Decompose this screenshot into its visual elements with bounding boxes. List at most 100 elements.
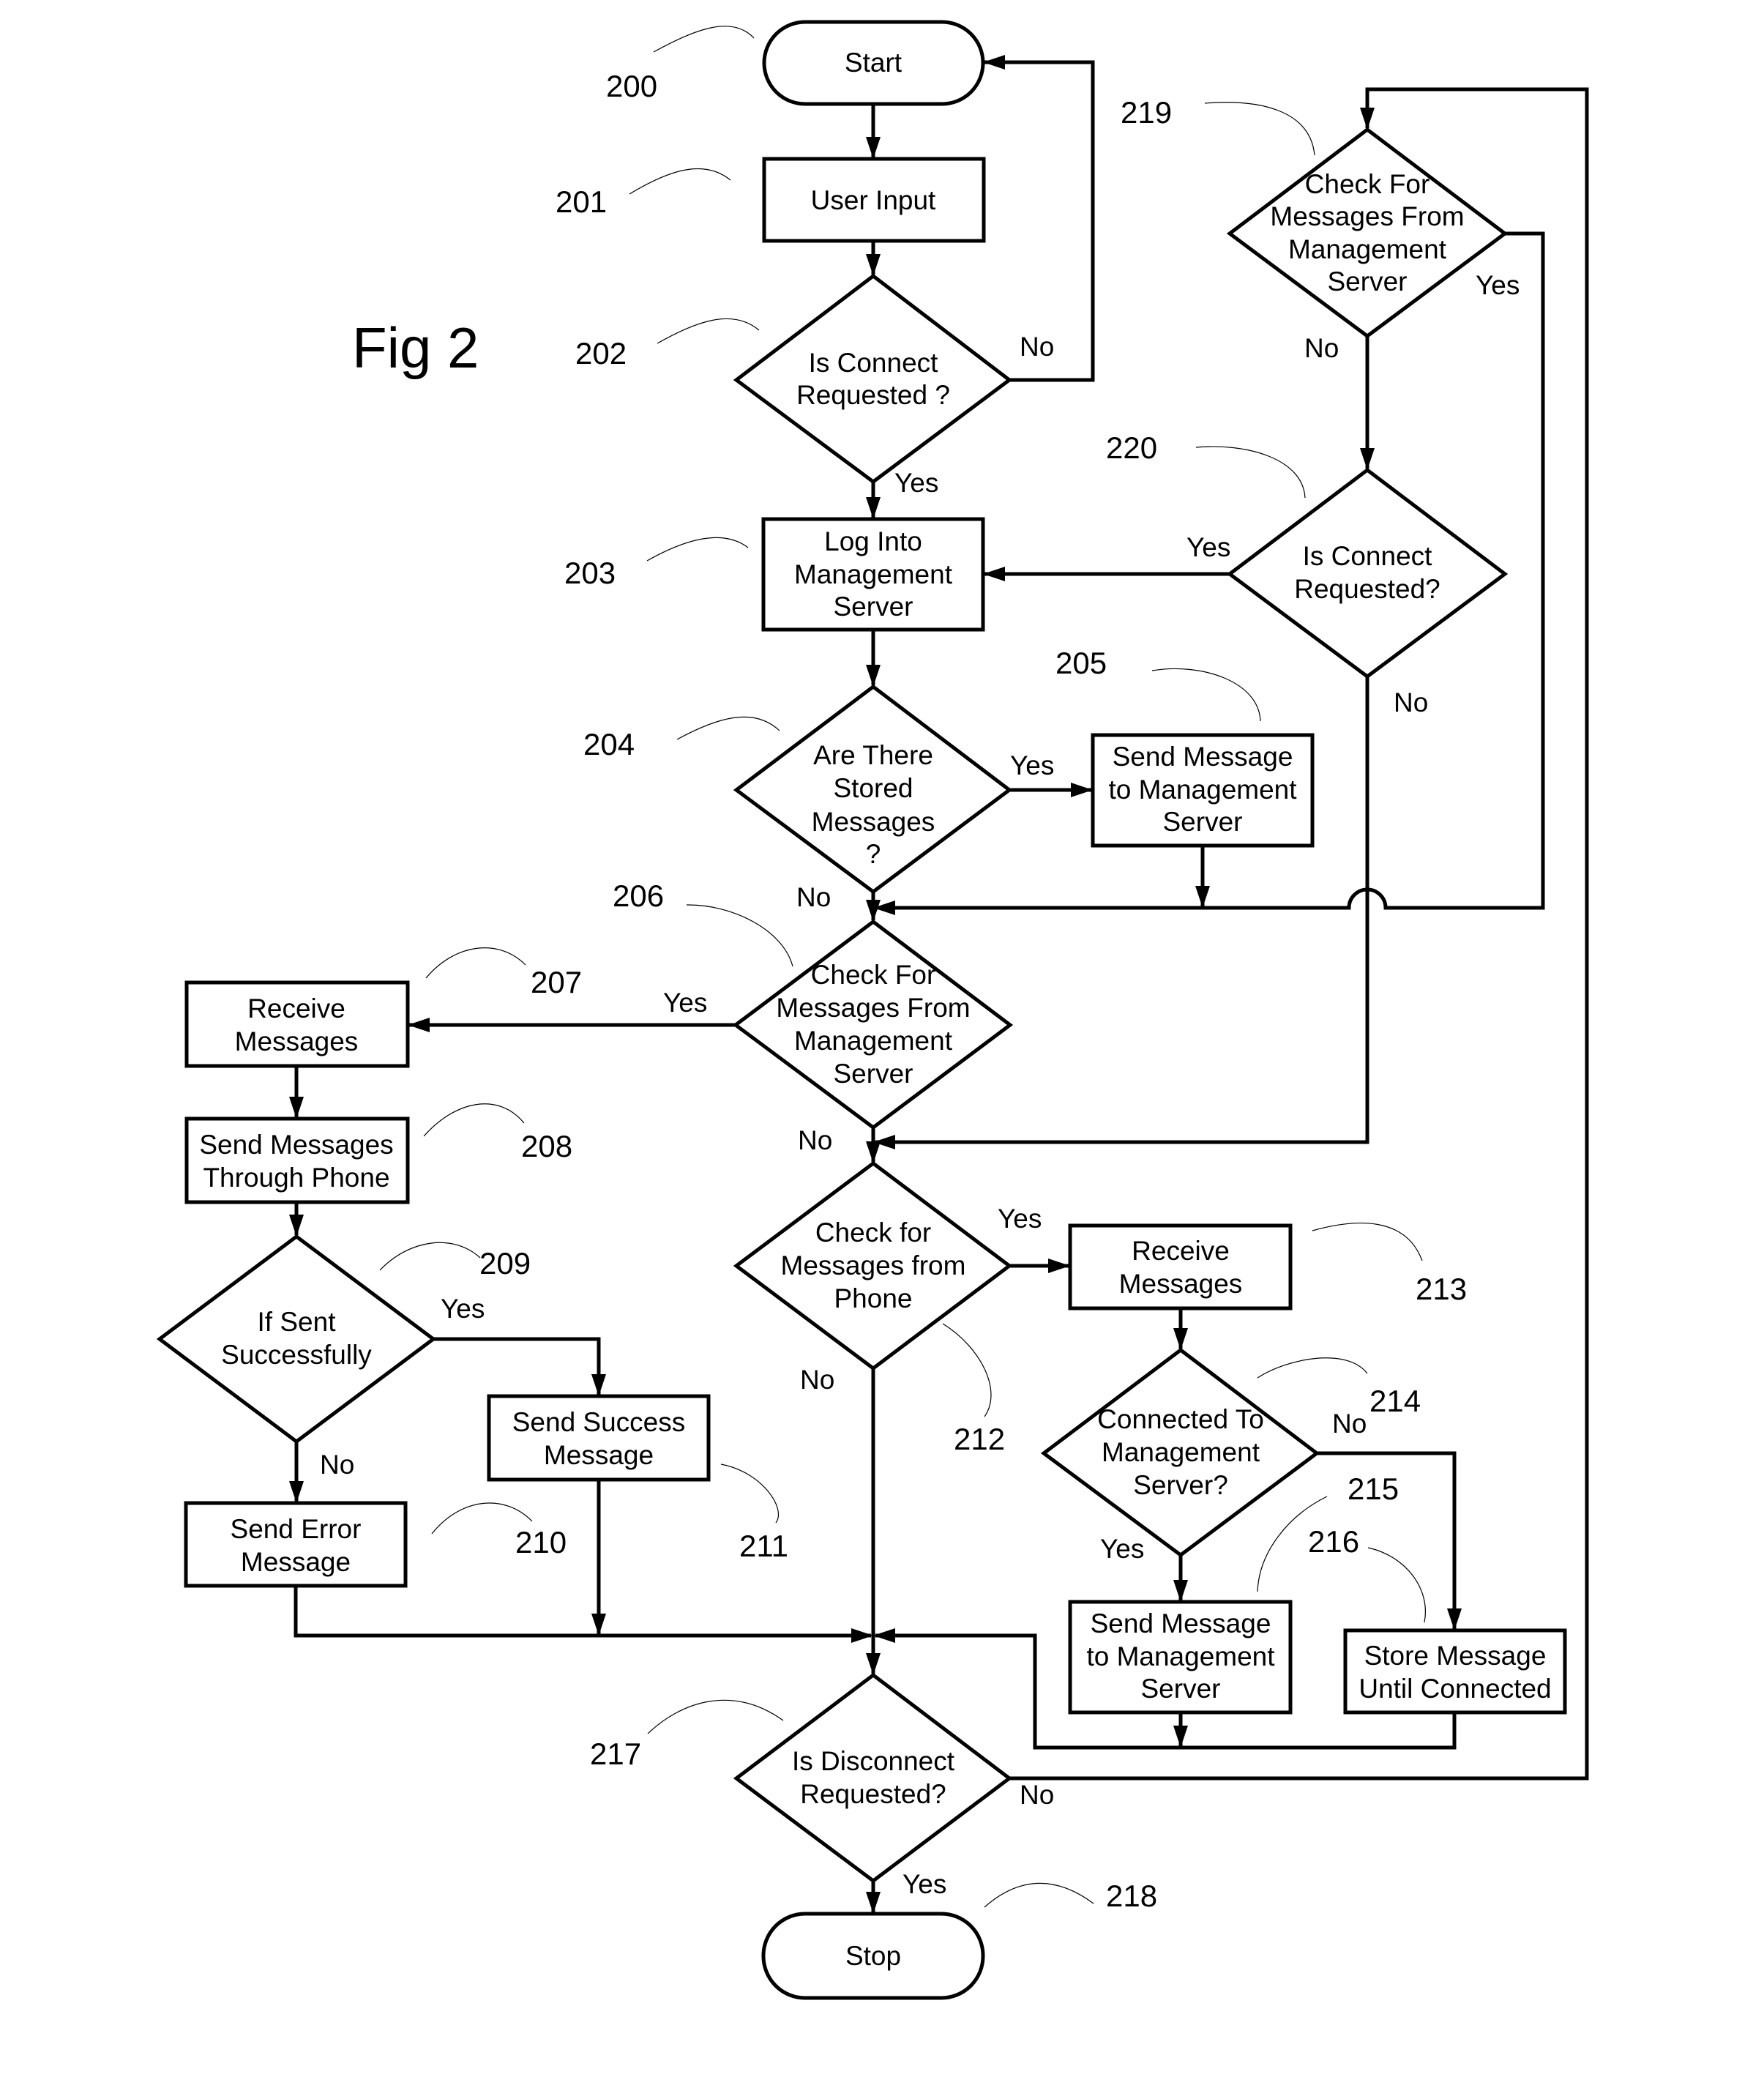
arrowhead <box>289 1215 304 1237</box>
arrowhead <box>983 55 1005 70</box>
node-text: Messages <box>812 807 935 837</box>
node-text: Message <box>241 1547 351 1577</box>
leader-line-205 <box>1151 668 1261 722</box>
edge-label-212-no: No <box>800 1365 834 1395</box>
edge-label-220-no: No <box>1394 687 1428 717</box>
node-text: Server <box>1328 266 1408 297</box>
leader-line-208 <box>423 1103 525 1137</box>
node-text: Through Phone <box>203 1163 389 1193</box>
node-text: User Input <box>811 185 936 215</box>
flowchart-canvas: Fig 2 Start User Input Is Connect Reques… <box>156 20 1589 2000</box>
leader-line-200 <box>653 26 755 53</box>
edge-label-204-yes: Yes <box>1010 750 1054 780</box>
node-220-is-connect-requested: Is Connect Requested? <box>1226 467 1509 679</box>
node-text: Receive <box>247 993 345 1024</box>
ref-label-210: 210 <box>515 1525 567 1559</box>
node-text: Phone <box>834 1283 913 1313</box>
decision-shape <box>732 919 1014 1130</box>
node-212-check-phone-messages: Check for Messages from Phone <box>733 1160 1013 1371</box>
node-text: ? <box>866 839 881 869</box>
node-text: Is Disconnect <box>792 1746 955 1776</box>
decision-shape <box>1226 467 1509 679</box>
edge-label-219-yes: Yes <box>1476 270 1520 300</box>
node-text: Stop <box>845 1941 901 1971</box>
decision-shape <box>733 273 1013 485</box>
ref-label-212: 212 <box>954 1422 1005 1456</box>
node-text: Store Message <box>1364 1641 1547 1671</box>
arrowhead <box>866 497 881 519</box>
node-text: Send Error <box>231 1514 362 1544</box>
node-209-if-sent-successfully: If Sent Successfully <box>156 1234 437 1444</box>
edge-label-219-no: No <box>1304 333 1339 363</box>
node-text: Messages <box>1119 1269 1243 1299</box>
node-210-send-error: Send Error Message <box>184 1501 408 1588</box>
arrowhead <box>873 1628 895 1643</box>
ref-label-214: 214 <box>1369 1384 1421 1418</box>
edge-217-219-no <box>1009 87 1589 1781</box>
leader-line-209 <box>379 1242 481 1271</box>
arrowhead <box>1360 448 1375 470</box>
edge-label-214-no: No <box>1332 1409 1367 1439</box>
arrowhead <box>1048 1259 1070 1273</box>
ref-label-203: 203 <box>564 556 616 590</box>
leader-line-216 <box>1367 1547 1426 1623</box>
node-text: Server <box>1141 1674 1221 1704</box>
node-text: Server <box>834 1059 913 1089</box>
ref-label-202: 202 <box>575 336 627 370</box>
node-text: Send Success <box>512 1407 686 1437</box>
edge-label-214-yes: Yes <box>1100 1534 1144 1564</box>
arrowhead <box>866 1892 881 1914</box>
leader-line-204 <box>676 716 780 740</box>
arrowhead <box>866 1653 881 1675</box>
ref-label-201: 201 <box>556 184 607 219</box>
node-text: to Management <box>1108 775 1297 805</box>
node-217-is-disconnect-requested: Is Disconnect Requested? <box>733 1672 1013 1884</box>
node-214-connected-to-server: Connected To Management Server? <box>1040 1347 1320 1558</box>
edge-label-204-no: No <box>796 882 831 912</box>
leader-line-220 <box>1195 446 1306 499</box>
node-text: Server? <box>1133 1470 1228 1500</box>
ref-label-213: 213 <box>1416 1272 1467 1306</box>
arrowhead <box>866 665 881 687</box>
ref-label-218: 218 <box>1106 1879 1157 1913</box>
node-208-send-through-phone: Send Messages Through Phone <box>184 1116 410 1204</box>
edge-label-209-no: No <box>320 1450 354 1480</box>
node-text: Management <box>794 559 953 589</box>
node-215-send-message: Send Message to Management Server <box>1068 1600 1293 1715</box>
edge-210-merge <box>294 1586 871 1638</box>
node-text: Successfully <box>221 1340 372 1370</box>
decision-shape <box>156 1234 437 1444</box>
arrowhead <box>289 1097 304 1119</box>
node-text: Requested? <box>800 1779 946 1809</box>
leader-line-213 <box>1312 1223 1423 1261</box>
leader-line-211 <box>720 1464 780 1524</box>
node-207-receive-messages: Receive Messages <box>184 980 410 1068</box>
node-text: Connected To <box>1097 1404 1264 1434</box>
ref-label-220: 220 <box>1106 430 1157 465</box>
edge-label-202-yes: Yes <box>894 468 938 498</box>
node-text: Log Into <box>824 526 922 556</box>
node-text: Check For <box>811 960 936 990</box>
arrowhead <box>983 567 1005 581</box>
node-219-check-server-messages: Check For Messages From Management Serve… <box>1226 127 1509 339</box>
arrowhead <box>591 1614 606 1636</box>
leader-line-212 <box>942 1323 992 1417</box>
arrowhead <box>289 1481 304 1503</box>
decision-shape <box>733 1672 1013 1884</box>
node-text: Check for <box>815 1218 931 1248</box>
node-text: Management <box>1288 234 1447 264</box>
node-text: Check For <box>1305 169 1430 199</box>
ref-label-219: 219 <box>1121 95 1172 130</box>
node-text: Start <box>845 48 902 78</box>
leader-line-202 <box>657 318 760 344</box>
node-text: Receive <box>1132 1236 1230 1266</box>
node-203-log-into-server: Log Into Management Server <box>761 517 985 632</box>
node-text: Message <box>544 1440 654 1470</box>
ref-label-215: 215 <box>1348 1472 1399 1506</box>
arrowhead <box>1447 1608 1462 1630</box>
ref-label-216: 216 <box>1308 1524 1359 1559</box>
arrowhead <box>408 1018 430 1032</box>
node-text: Is Connect <box>1303 541 1433 571</box>
node-text: to Management <box>1086 1641 1275 1671</box>
node-text: If Sent <box>258 1307 337 1337</box>
